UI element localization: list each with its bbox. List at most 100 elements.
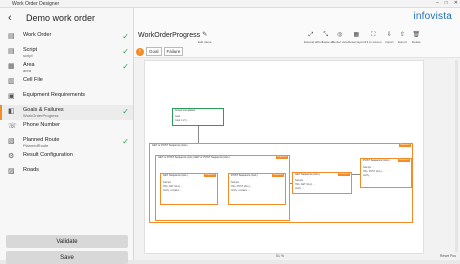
sidebar-item-equipment-requirements[interactable]: ▣ Equipment Requirements bbox=[0, 90, 133, 105]
reset-position-button[interactable]: Reset Pos bbox=[440, 254, 456, 258]
get-sequence-node[interactable]: GET Sequence (ALL) Sequence Sample Http:… bbox=[160, 173, 218, 205]
node-badge: Sequence bbox=[398, 159, 410, 162]
sidebar-item-work-order[interactable]: ▤ Work Order ✓ bbox=[0, 30, 133, 45]
connector bbox=[352, 174, 360, 175]
sidebar-item-text: Roads bbox=[23, 167, 39, 173]
expand-icon: ⤢ bbox=[308, 32, 314, 38]
zoom-level: 51 % bbox=[276, 254, 284, 258]
node-badge: Sequence bbox=[338, 173, 350, 176]
sidebar-item-label: Equipment Requirements bbox=[23, 92, 86, 98]
sidebar-item-area[interactable]: ▦ Area area ✓ bbox=[0, 60, 133, 75]
sidebar-item-phone-number[interactable]: ☏ Phone Number bbox=[0, 120, 133, 135]
node-title: GET or POST Sequence (ALL) bbox=[152, 144, 188, 147]
sidebar-item-text: Cell File bbox=[23, 77, 43, 83]
import-button[interactable]: ⇩ Import bbox=[385, 32, 394, 44]
node-text: Goal bbox=[175, 115, 181, 118]
goal-node[interactable]: Group completed Goal Goal 1 of 1 ... bbox=[172, 108, 224, 126]
node-text: Goal 1 of 1 ... bbox=[175, 119, 190, 122]
node-badge: Sequence bbox=[399, 144, 411, 147]
sidebar-item-label: Cell File bbox=[23, 77, 43, 83]
node-badge: Sequence bbox=[276, 156, 288, 159]
road-icon: ▨ bbox=[8, 168, 15, 175]
toolbar-button-label: Edit name bbox=[198, 40, 212, 44]
sidebar-item-roads[interactable]: ▨ Roads bbox=[0, 165, 133, 180]
brand-logo: infovista bbox=[413, 11, 452, 22]
export-button[interactable]: ⇧ Export bbox=[398, 32, 407, 44]
sidebar-item-cell-file[interactable]: ▥ Cell File bbox=[0, 75, 133, 90]
toolbar-button-label: Center view bbox=[332, 40, 348, 44]
sidebar-item-text: Result Configuration bbox=[23, 152, 73, 158]
document-icon: ▤ bbox=[8, 33, 15, 40]
sidebar-item-text: Work Order bbox=[23, 32, 51, 38]
node-text: Http: GET (ALL) ... bbox=[295, 183, 315, 186]
sidebar-item-text: Goals & Failures WorkOrderProgress bbox=[23, 107, 64, 118]
minimize-icon[interactable]: – bbox=[436, 0, 439, 6]
center-view-button[interactable]: ◎ Center view bbox=[332, 32, 348, 44]
import-icon: ⇩ bbox=[386, 32, 392, 38]
check-icon: ✓ bbox=[122, 137, 129, 146]
file-icon: ▥ bbox=[8, 78, 15, 85]
sidebar-item-label: Phone Number bbox=[23, 122, 60, 128]
goal-filter-chip[interactable]: Goal bbox=[146, 47, 162, 56]
node-badge: Sequence bbox=[204, 174, 216, 177]
sidebar-item-label: Result Configuration bbox=[23, 152, 73, 158]
sidebar-item-text: Phone Number bbox=[23, 122, 60, 128]
export-icon: ⇧ bbox=[399, 32, 405, 38]
check-icon: ✓ bbox=[122, 62, 129, 71]
post-sequence-node[interactable]: POST Sequence (ALL) Sequence Sample Http… bbox=[228, 173, 286, 205]
validate-button[interactable]: Validate bbox=[6, 235, 128, 248]
node-title: GET or POST Sequence (ALL) GET or POST S… bbox=[158, 156, 230, 159]
window-controls: – □ ✕ bbox=[436, 0, 458, 6]
toolbar-button-label: Import bbox=[385, 40, 394, 44]
node-text: Verify: contains ... bbox=[163, 189, 182, 192]
node-title: POST Sequence (ALL) bbox=[231, 174, 258, 177]
node-text: Verify: ... bbox=[295, 187, 305, 190]
sidebar-item-planned-route[interactable]: ▧ Planned Route PlannedRoute ✓ bbox=[0, 135, 133, 150]
node-text: Sample bbox=[231, 181, 240, 184]
toolbar-button-label: Reset layout bbox=[348, 40, 365, 44]
toolbar: infovista WorkOrderProgress ✎ Edit name ⤢ E… bbox=[134, 8, 460, 46]
close-icon[interactable]: ✕ bbox=[454, 0, 458, 6]
expand-all-button[interactable]: ⤢ Expand all bbox=[304, 32, 318, 44]
sequence-node[interactable]: GET or POST Sequence (ALL) GET or POST S… bbox=[155, 155, 290, 221]
phone-icon: ☏ bbox=[8, 123, 17, 130]
save-button[interactable]: Save bbox=[6, 251, 128, 264]
post-sequence-node[interactable]: POST Sequence (ALL) Sequence Sample Http… bbox=[360, 158, 412, 188]
reset-layout-button[interactable]: ▦ Reset layout bbox=[348, 32, 365, 44]
toolbar-button-label: Expand all bbox=[304, 40, 319, 44]
node-title: Group completed bbox=[175, 109, 195, 112]
sidebar-item-text: Equipment Requirements bbox=[23, 92, 85, 98]
node-text: Verify: contains ... bbox=[231, 189, 250, 192]
work-order-title: Demo work order bbox=[26, 13, 96, 23]
failure-filter-chip[interactable]: Failure bbox=[163, 47, 184, 56]
diagram-title: WorkOrderProgress bbox=[138, 32, 201, 39]
window-titlebar: Work Order Designer – □ ✕ bbox=[0, 0, 460, 8]
back-arrow-icon[interactable]: ‹ bbox=[8, 12, 22, 24]
sidebar-item-subtitle: WorkOrderProgress bbox=[23, 113, 59, 118]
route-icon: ▧ bbox=[8, 138, 15, 145]
node-title: GET Sequence (ALL) bbox=[295, 173, 320, 176]
fit-to-screen-button[interactable]: ⛶ Fit to screen bbox=[365, 32, 382, 44]
sidebar-item-text: Script script bbox=[23, 47, 37, 58]
vertical-scrollbar[interactable] bbox=[455, 60, 458, 252]
map-icon: ▦ bbox=[8, 63, 15, 70]
diagram-canvas[interactable]: Group completed Goal Goal 1 of 1 ... GET… bbox=[144, 60, 424, 254]
center-icon: ◎ bbox=[337, 32, 343, 38]
node-text: Sample bbox=[163, 181, 172, 184]
sequence-node[interactable]: GET or POST Sequence (ALL) Sequence GET … bbox=[149, 143, 413, 223]
maximize-icon[interactable]: □ bbox=[445, 0, 448, 6]
sidebar-item-goals-failures[interactable]: ◧ Goals & Failures WorkOrderProgress ✓ bbox=[0, 105, 133, 120]
sidebar-nav: ▤ Work Order ✓ ▤ Script script ✓ ▦ Area area ✓ ▥ Cel… bbox=[0, 30, 133, 180]
sidebar-item-result-configuration[interactable]: ⚙ Result Configuration bbox=[0, 150, 133, 165]
node-text: Sample bbox=[295, 179, 304, 182]
check-icon: ✓ bbox=[122, 47, 129, 56]
node-title: POST Sequence (ALL) bbox=[363, 159, 390, 162]
warning-icon[interactable]: ! bbox=[136, 47, 144, 56]
edit-name-button[interactable]: ✎ Edit name bbox=[198, 32, 212, 44]
filter-bar: ! Goal Failure bbox=[134, 46, 460, 58]
sidebar-item-subtitle: PlannedRoute bbox=[23, 143, 49, 148]
sidebar-item-script[interactable]: ▤ Script script ✓ bbox=[0, 45, 133, 60]
sidebar-item-text: Planned Route PlannedRoute bbox=[23, 137, 59, 148]
delete-button[interactable]: 🗑 Delete bbox=[412, 32, 421, 44]
get-sequence-node[interactable]: GET Sequence (ALL) Sequence Sample Http:… bbox=[292, 172, 352, 194]
